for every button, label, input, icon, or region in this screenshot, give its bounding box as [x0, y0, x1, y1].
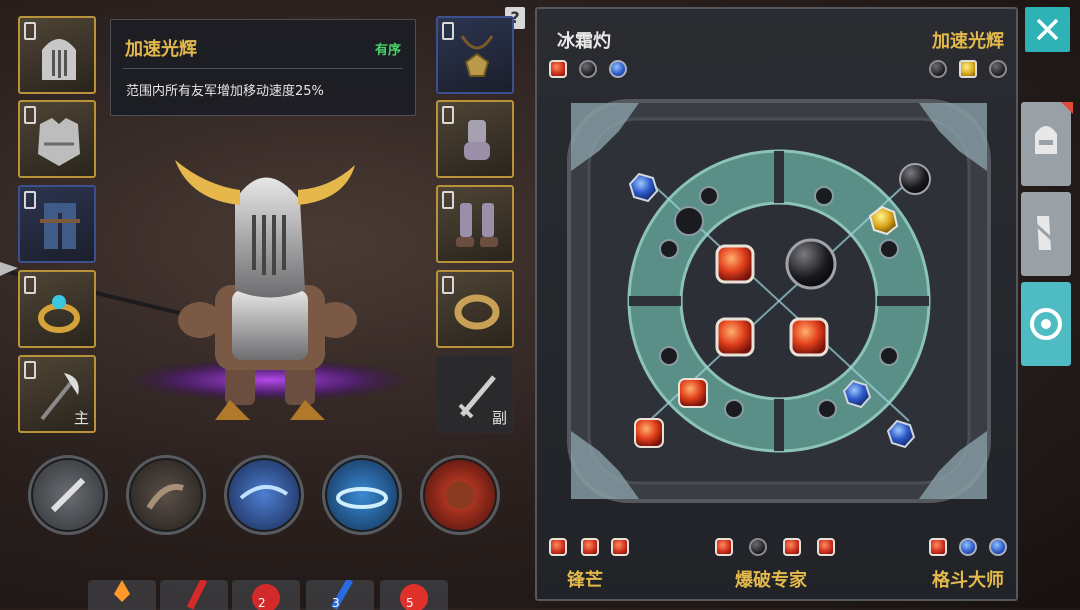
notification-corner-icon: [1061, 102, 1073, 114]
campfire-item[interactable]: [88, 580, 156, 610]
helmet-icon: [42, 39, 76, 80]
blue-gem: [628, 172, 659, 203]
helmet-icon: [1035, 126, 1057, 154]
red-gem: [715, 317, 755, 357]
set-label-top-right: 加速光辉: [932, 31, 1004, 52]
black-gem: [785, 238, 837, 290]
empty-socket: [659, 239, 679, 259]
empty-socket: [699, 186, 719, 206]
amulet-icon: [460, 35, 494, 77]
slot-ring[interactable]: [18, 270, 96, 348]
slot-off-weapon[interactable]: 副: [436, 355, 514, 433]
set-gem-gold: [959, 60, 977, 78]
gloves-tab[interactable]: [1021, 192, 1071, 276]
red-potion-tube-item[interactable]: [160, 580, 228, 610]
mana-tube-icon: [330, 580, 354, 610]
empty-socket: [659, 346, 679, 366]
gem-board: [567, 99, 991, 503]
slot-amulet[interactable]: [436, 16, 514, 94]
whirl-skill-button[interactable]: [322, 455, 402, 535]
gauntlets-icon: [464, 120, 490, 160]
off-weapon-tag: 副: [491, 409, 507, 427]
close-icon: [1036, 18, 1059, 41]
health-flask-item[interactable]: 2: [232, 580, 300, 610]
bracelet-icon: [454, 294, 500, 330]
boots-icon: [456, 203, 498, 247]
helmet-tab[interactable]: [1021, 102, 1073, 186]
set-label-bottom-left: 锋芒: [567, 570, 603, 591]
slot-gauntlets[interactable]: [436, 100, 514, 178]
red-gem: [678, 378, 708, 408]
black-gem: [899, 163, 931, 195]
empty-socket: [674, 206, 704, 236]
empty-socket: [817, 399, 837, 419]
slash-skill-icon: [50, 477, 86, 513]
slot-main-weapon[interactable]: 主: [18, 355, 96, 433]
set-label-bottom-center: 爆破专家: [735, 570, 807, 591]
set-gem-red: [549, 60, 567, 78]
set-label-top-left: 冰霜灼: [557, 31, 611, 52]
fire-skill-button[interactable]: [420, 455, 500, 535]
slot-bracelet[interactable]: [436, 270, 514, 348]
red-gem: [634, 418, 664, 448]
empty-socket: [879, 346, 899, 366]
slot-leg-armor[interactable]: [18, 185, 96, 263]
set-gem-blue: [959, 538, 977, 556]
set-gem-blue: [609, 60, 627, 78]
gem-wheel-icon: [1030, 308, 1062, 340]
set-gem-red: [817, 538, 835, 556]
set-gem-red: [581, 538, 599, 556]
tooltip-divider: [123, 68, 403, 69]
fire-skill-icon: [446, 481, 474, 509]
knight-helmet: [235, 177, 305, 298]
tooltip-title: 加速光辉: [125, 39, 197, 60]
tooltip-tag: 有序: [374, 43, 401, 58]
left-horn: [175, 160, 240, 205]
gem-board-tab[interactable]: [1021, 282, 1071, 366]
chest-armor-icon: [38, 118, 80, 166]
set-gem-red: [549, 538, 567, 556]
main-weapon-tag: 主: [73, 409, 89, 427]
claw-skill-icon: [146, 484, 184, 510]
whirl-skill-icon: [336, 487, 388, 509]
empty-socket: [814, 186, 834, 206]
empty-socket: [724, 399, 744, 419]
slot-helmet[interactable]: [18, 16, 96, 94]
red-round-potion-item[interactable]: 5: [380, 580, 448, 610]
leg-armor-icon: [40, 203, 80, 249]
red-round-potion-icon: [400, 584, 428, 610]
red-gem: [715, 244, 755, 284]
wind-skill-button[interactable]: [224, 455, 304, 535]
slot-skill-button[interactable]: [28, 455, 108, 535]
set-gem-red: [929, 538, 947, 556]
wind-skill-icon: [239, 485, 289, 500]
mana-tube-item[interactable]: 3: [306, 580, 374, 610]
set-gem-red: [715, 538, 733, 556]
set-gem-red: [611, 538, 629, 556]
tooltip-description: 范围内所有友军增加移动速度25%: [126, 84, 324, 99]
gloves-icon: [1031, 216, 1059, 250]
empty-socket: [879, 239, 899, 259]
skill-tooltip: 加速光辉 有序 范围内所有友军增加移动速度25%: [110, 19, 416, 116]
set-label-bottom-right: 格斗大师: [932, 570, 1004, 591]
set-gem-black: [749, 538, 767, 556]
campfire-icon: [114, 580, 130, 602]
set-gem-black: [579, 60, 597, 78]
set-gem-black: [989, 60, 1007, 78]
right-horn: [298, 165, 355, 205]
gem-board-panel: 冰霜灼 加速光辉 锋芒 爆破专家 格斗大师: [535, 7, 1018, 601]
health-flask-icon: [252, 584, 280, 610]
slot-chest-armor[interactable]: [18, 100, 96, 178]
close-button[interactable]: [1025, 7, 1070, 52]
claw-skill-button[interactable]: [126, 455, 206, 535]
red-gem: [789, 317, 829, 357]
set-gem-blue: [989, 538, 1007, 556]
set-gem-black: [929, 60, 947, 78]
ring-icon: [38, 295, 80, 333]
set-gem-red: [783, 538, 801, 556]
red-potion-tube-icon: [186, 580, 208, 610]
slot-boots[interactable]: [436, 185, 514, 263]
